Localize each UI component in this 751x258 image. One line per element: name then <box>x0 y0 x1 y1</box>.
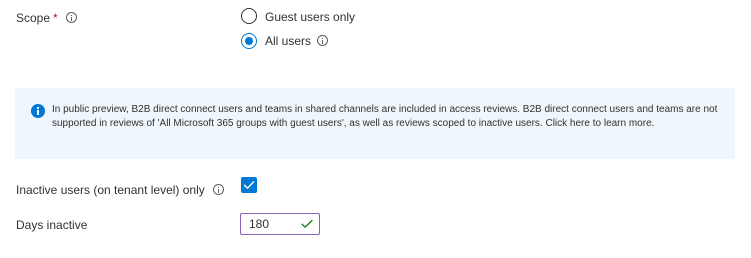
radio-guest-users-only[interactable] <box>241 8 257 24</box>
required-marker: * <box>53 11 58 25</box>
inactive-users-label-row: Inactive users (on tenant level) only <box>16 183 224 197</box>
banner-text[interactable]: In public preview, B2B direct connect us… <box>52 103 728 131</box>
info-icon[interactable] <box>65 12 77 24</box>
radio-all-users-label-row[interactable]: All users <box>265 34 329 48</box>
info-banner[interactable]: In public preview, B2B direct connect us… <box>15 88 735 159</box>
days-inactive-input[interactable] <box>249 216 299 232</box>
days-inactive-label: Days inactive <box>16 218 88 232</box>
scope-label-row: Scope * <box>16 11 77 25</box>
valid-check-icon <box>301 219 313 228</box>
info-icon <box>31 104 45 118</box>
days-inactive-field[interactable] <box>240 213 320 235</box>
radio-guest-users-only-label[interactable]: Guest users only <box>265 10 355 24</box>
radio-all-users[interactable] <box>241 33 257 49</box>
checkmark-icon <box>243 181 255 189</box>
radio-all-users-label[interactable]: All users <box>265 34 311 48</box>
info-icon[interactable] <box>317 35 329 47</box>
inactive-users-checkbox[interactable] <box>241 177 257 193</box>
scope-label: Scope <box>16 11 51 25</box>
info-icon[interactable] <box>212 184 224 196</box>
inactive-users-label: Inactive users (on tenant level) only <box>16 183 205 197</box>
